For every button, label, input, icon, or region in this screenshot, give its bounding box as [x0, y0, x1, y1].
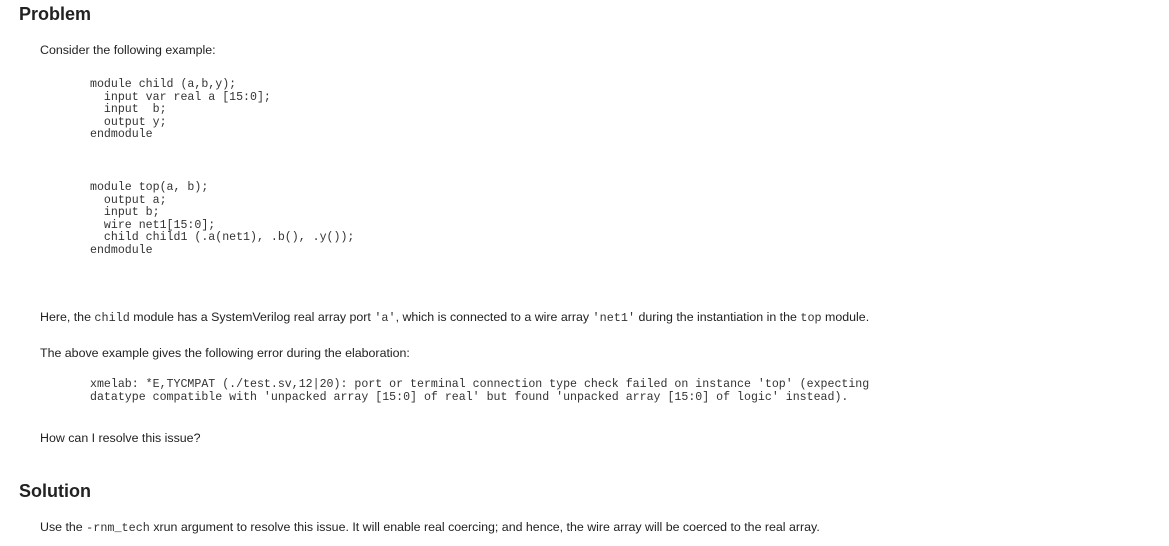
explanation-text-5: module.: [821, 310, 870, 324]
explanation-text-3: , which is connected to a wire array: [395, 310, 593, 324]
inline-code-rnm-tech: -rnm_tech: [86, 521, 150, 535]
inline-code-port-a: 'a': [374, 311, 396, 325]
problem-intro: Consider the following example:: [40, 43, 216, 57]
problem-explanation: Here, the child module has a SystemVeril…: [40, 309, 869, 326]
code-block-top-module: module top(a, b); output a; input b; wir…: [90, 181, 355, 257]
explanation-text-2: module has a SystemVerilog real array po…: [129, 310, 375, 324]
inline-code-child: child: [94, 311, 130, 325]
solution-heading: Solution: [19, 481, 91, 501]
problem-heading: Problem: [19, 4, 92, 24]
inline-code-net1: 'net1': [592, 311, 636, 325]
error-intro: The above example gives the following er…: [40, 346, 410, 360]
article-content: Problem Consider the following example: …: [0, 0, 1169, 546]
solution-text: Use the -rnm_tech xrun argument to resol…: [40, 519, 820, 536]
solution-text-1: Use the: [40, 520, 87, 534]
error-message-block: xmelab: *E,TYCMPAT (./test.sv,12|20): po…: [90, 378, 870, 404]
inline-code-top: top: [800, 311, 822, 325]
code-block-child-module: module child (a,b,y); input var real a […: [90, 78, 271, 141]
explanation-text-1: Here, the: [40, 310, 95, 324]
explanation-text-4: during the instantiation in the: [635, 310, 801, 324]
problem-question: How can I resolve this issue?: [40, 431, 201, 445]
solution-text-2: xrun argument to resolve this issue. It …: [149, 520, 820, 534]
